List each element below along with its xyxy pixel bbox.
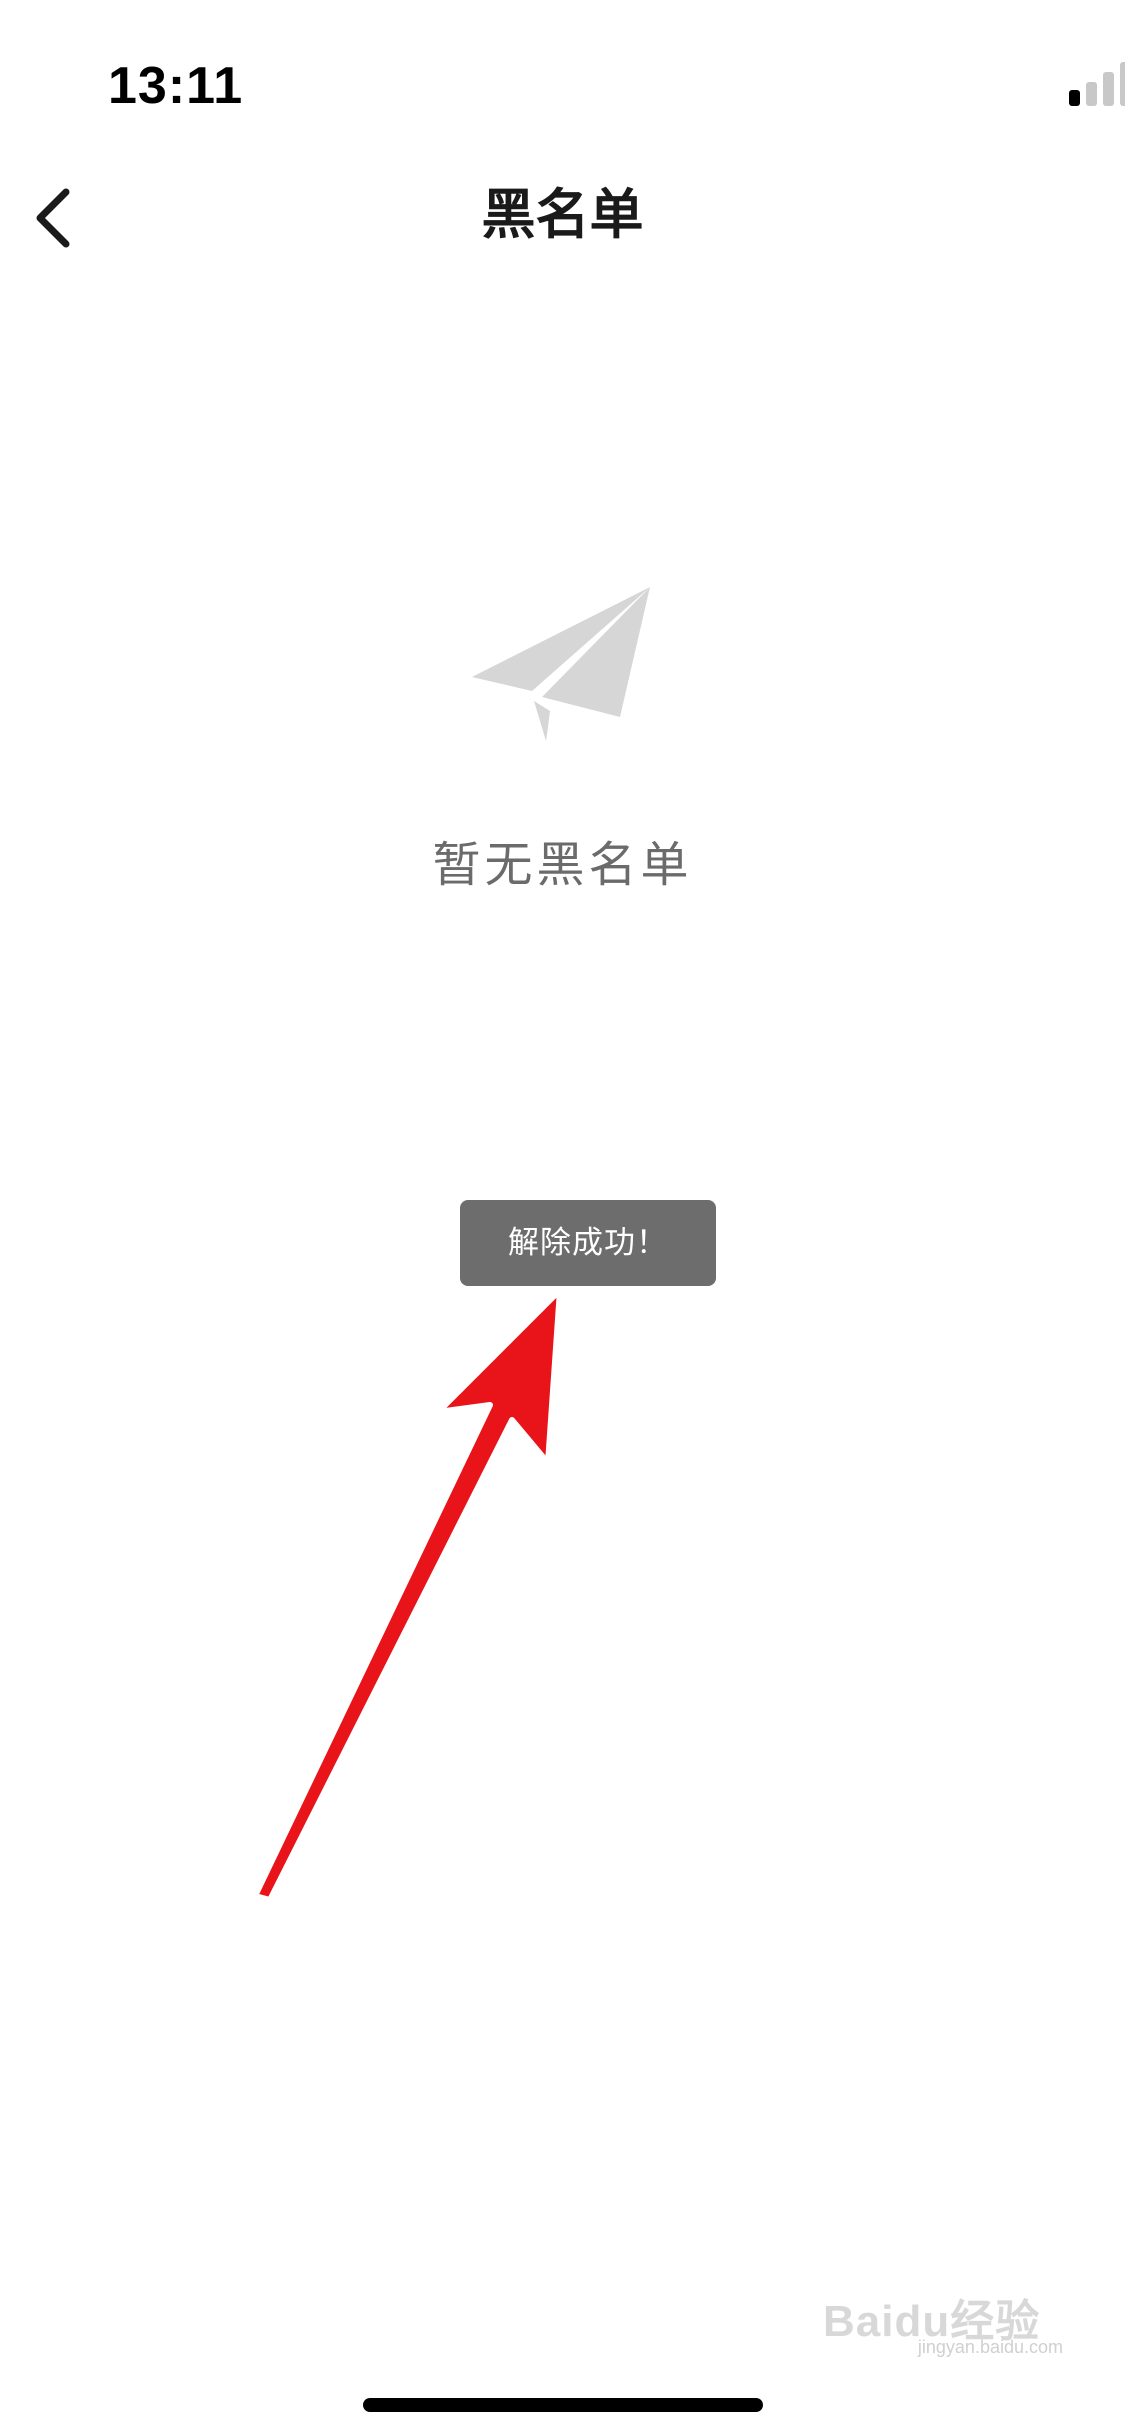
watermark: Baidu经验 jingyan.baidu.com xyxy=(823,2285,1063,2357)
watermark-url: jingyan.baidu.com xyxy=(917,2337,1063,2357)
status-time: 13:11 xyxy=(108,57,244,115)
toast: 解除成功！ xyxy=(460,1200,716,1286)
page-title: 黑名单 xyxy=(481,183,644,246)
home-indicator[interactable] xyxy=(363,2398,763,2412)
screen: 13:11 91 黑名单 暂无黑名单 解除成功！ xyxy=(0,0,1125,2436)
signal-icon xyxy=(1069,62,1125,106)
paper-plane-icon xyxy=(472,587,650,741)
empty-message: 暂无黑名单 xyxy=(432,837,693,893)
